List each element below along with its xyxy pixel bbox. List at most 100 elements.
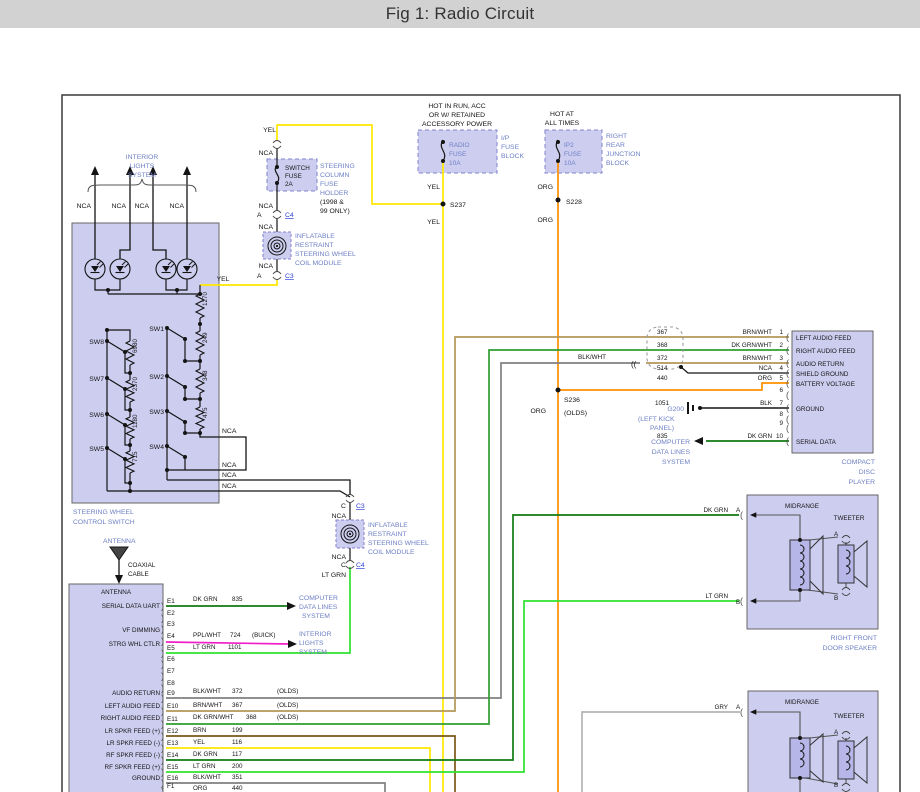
- label: YEL: [263, 127, 276, 134]
- cd-pins-label: 1: [779, 329, 783, 336]
- label: (OLDS): [277, 702, 298, 709]
- connector-icon: [273, 141, 281, 144]
- label: 351: [232, 774, 243, 781]
- junction-dot: [441, 140, 445, 144]
- label: LR SPKR FEED (+): [105, 728, 160, 735]
- label: NCA: [170, 203, 185, 210]
- label: 715: [132, 451, 139, 462]
- label: B: [834, 782, 838, 789]
- label: LT GRN: [193, 763, 216, 770]
- label: 199: [232, 727, 243, 734]
- junction-dot: [198, 322, 202, 326]
- label: 116: [232, 739, 243, 746]
- label: IP2: [564, 142, 574, 149]
- label: STEERING WHEEL: [73, 509, 134, 516]
- steering-wheel-control-switch-box: [72, 223, 219, 503]
- label: SW1: [149, 326, 164, 333]
- splice-s236: [556, 388, 561, 393]
- label: 1180: [132, 414, 139, 428]
- label: ORG: [193, 785, 207, 792]
- radio-pins-label: E11: [167, 716, 178, 723]
- label: PPL/WHT: [193, 632, 221, 639]
- label: BLK/WHT: [193, 688, 221, 695]
- junction-dot: [123, 387, 127, 391]
- radio-pins-label: E8: [167, 680, 175, 687]
- label: HOT AT: [550, 111, 574, 118]
- label: S237: [450, 202, 466, 209]
- radio-pins-label: E6: [167, 656, 175, 663]
- label: G200: [667, 406, 684, 413]
- connector-icon: [273, 216, 281, 219]
- junction-dot: [175, 288, 179, 292]
- label: COIL MODULE: [368, 549, 415, 556]
- label: ((: [631, 360, 637, 369]
- label: 6980: [132, 338, 139, 353]
- label: 440: [657, 375, 668, 382]
- label: 368: [657, 342, 668, 349]
- label: (1998 &: [320, 199, 344, 206]
- label: 2A: [285, 181, 294, 188]
- label: NCA: [112, 203, 127, 210]
- label: ALL TIMES: [545, 120, 580, 127]
- label: YEL: [193, 739, 205, 746]
- label: GRY: [714, 704, 728, 711]
- connector-icon: [346, 561, 354, 564]
- cd-pins-bracket: (: [786, 423, 789, 433]
- arrow-up-icon: [91, 166, 99, 175]
- wire-brnwht-367: [166, 337, 789, 711]
- junction-dot: [105, 446, 109, 450]
- label: COIL MODULE: [295, 260, 342, 267]
- label: DK GRN/WHT: [193, 714, 234, 721]
- junction-dot: [441, 159, 445, 163]
- junction-dot: [128, 443, 132, 447]
- coil-module-2-icon: [349, 533, 351, 535]
- junction-dot: [106, 288, 110, 292]
- label: FUSE: [285, 173, 302, 180]
- label: RIGHT AUDIO FEED: [796, 348, 856, 355]
- label: NCA: [222, 462, 237, 469]
- junction-dot: [123, 457, 127, 461]
- label: ANTENNA: [103, 538, 136, 545]
- rear-speaker-box: [748, 691, 878, 792]
- label: FUSE: [449, 151, 467, 158]
- label: YEL: [427, 219, 440, 226]
- label: BLK/WHT: [578, 354, 606, 361]
- cd-pins-label: 7: [779, 400, 783, 407]
- junction-dot: [128, 489, 132, 493]
- cd-pins-label: 3: [779, 355, 783, 362]
- figure-title: Fig 1: Radio Circuit: [386, 4, 535, 24]
- junction-dot: [698, 406, 702, 410]
- label: LIGHTS: [130, 163, 155, 170]
- label: 2370: [132, 376, 139, 391]
- label: A: [257, 212, 262, 219]
- junction-dot: [198, 397, 202, 401]
- label: PANEL): [650, 425, 674, 432]
- cd-pins-bracket: (: [786, 345, 789, 355]
- label: 368: [246, 714, 257, 721]
- label: LR SPKR FEED (-): [106, 740, 160, 747]
- radio-pins-bracket: ): [161, 648, 164, 658]
- junction-dot: [128, 371, 132, 375]
- midrange-speaker-icon: [790, 540, 810, 590]
- label: GROUND: [796, 406, 824, 413]
- label: AUDIO RETURN: [112, 690, 160, 697]
- label: RADIO: [449, 142, 470, 149]
- label: SW3: [149, 409, 164, 416]
- radio-pins-label: E3: [167, 621, 175, 628]
- label: RIGHT: [606, 133, 627, 140]
- junction-dot: [165, 374, 169, 378]
- label: 367: [657, 329, 668, 336]
- label: NCA: [222, 483, 237, 490]
- label: LT GRN: [322, 572, 346, 579]
- label: (OLDS): [277, 714, 298, 721]
- radio-pins-label: E5: [167, 645, 175, 652]
- label: DISC: [859, 469, 875, 476]
- label: (LEFT KICK: [638, 416, 675, 423]
- label: SW5: [89, 446, 104, 453]
- radio-pins-bracket: ): [161, 671, 164, 681]
- label: COMPUTER: [651, 439, 690, 446]
- label: S228: [566, 199, 582, 206]
- label: BRN: [193, 727, 207, 734]
- label: DK GRN: [193, 596, 218, 603]
- cd-pins-bracket: (: [786, 368, 789, 378]
